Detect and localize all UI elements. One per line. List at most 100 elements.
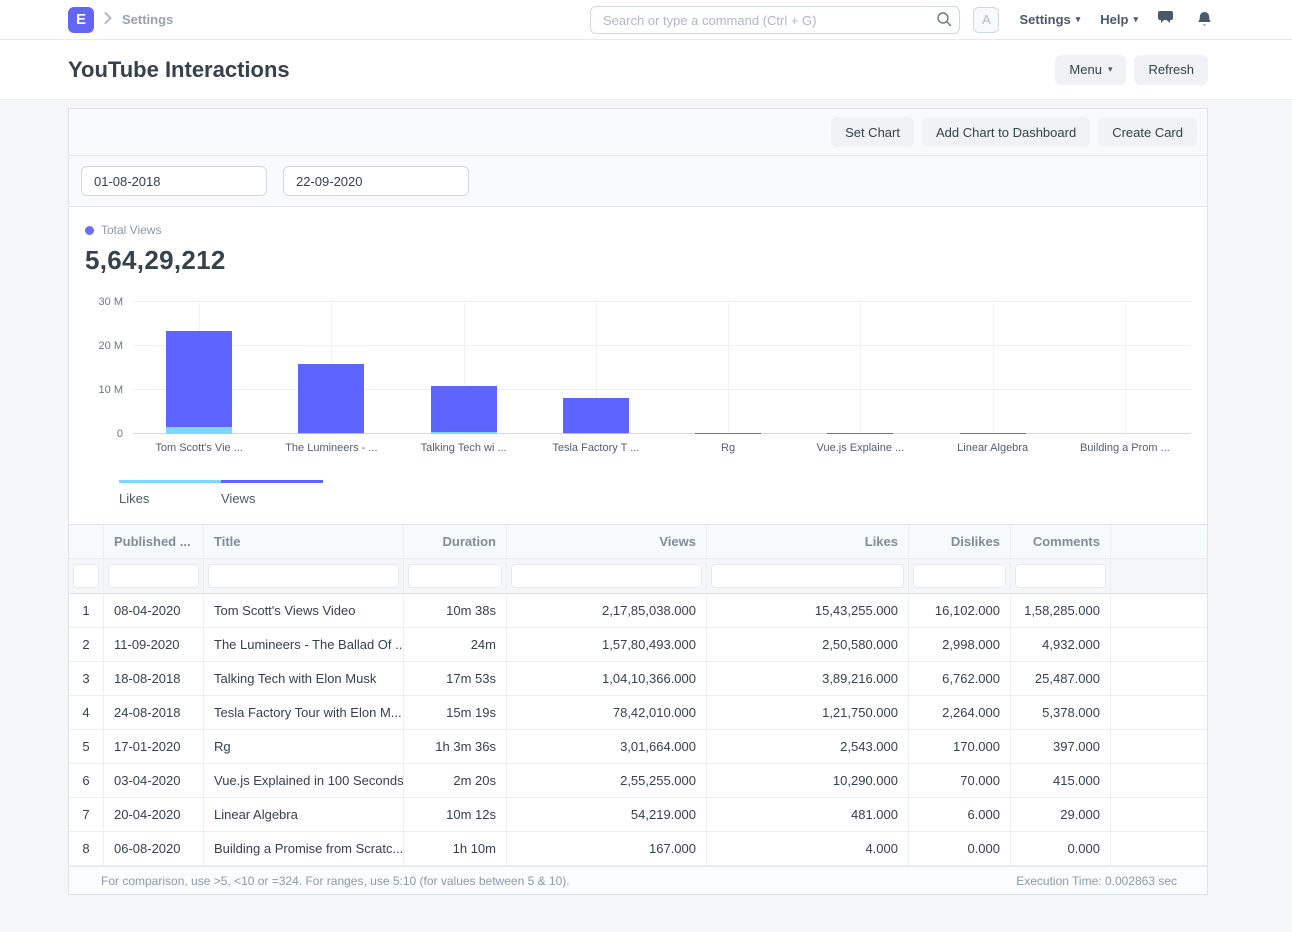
bar-slot (927, 302, 1059, 434)
search-icon[interactable] (936, 11, 952, 32)
column-header-filler (1111, 525, 1207, 559)
column-header[interactable] (69, 525, 104, 559)
nav-settings-label: Settings (1019, 12, 1070, 27)
table-row[interactable]: 318-08-2018Talking Tech with Elon Musk17… (69, 662, 1207, 696)
bar-segment-views (431, 386, 497, 432)
table-cell: 415.000 (1011, 764, 1111, 798)
x-tick-label: Tesla Factory T ... (530, 442, 662, 454)
column-header[interactable]: Dislikes (909, 525, 1011, 559)
column-filter-input[interactable] (208, 564, 399, 588)
x-tick-label: Rg (662, 442, 794, 454)
table-row[interactable]: 720-04-2020Linear Algebra10m 12s54,219.0… (69, 798, 1207, 832)
bar-segment-likes (431, 432, 497, 434)
refresh-button[interactable]: Refresh (1134, 55, 1208, 85)
column-header[interactable]: Title (204, 525, 404, 559)
legend-item-likes[interactable]: Likes (119, 480, 221, 506)
table-cell: 1,58,285.000 (1011, 594, 1111, 628)
table-cell: 16,102.000 (909, 594, 1011, 628)
avatar[interactable]: A (973, 7, 999, 33)
table-cell: 2,264.000 (909, 696, 1011, 730)
from-date-input[interactable] (81, 166, 267, 196)
bar-slot (398, 302, 530, 434)
table-cell-filler (1111, 832, 1207, 866)
column-filter-input[interactable] (1015, 564, 1106, 588)
column-header[interactable]: Published ... (104, 525, 204, 559)
table-cell: 70.000 (909, 764, 1011, 798)
table-cell: 1,57,80,493.000 (507, 628, 707, 662)
column-filter-input[interactable] (711, 564, 904, 588)
menu-button[interactable]: Menu ▾ (1055, 55, 1126, 85)
legend-dot-icon (85, 226, 94, 235)
set-chart-button[interactable]: Set Chart (831, 117, 914, 147)
stacked-bar[interactable] (695, 433, 761, 434)
filter-cell (1011, 559, 1111, 594)
table-cell-filler (1111, 696, 1207, 730)
bar-segment-likes (563, 433, 629, 434)
x-tick-label: Vue.js Explaine ... (794, 442, 926, 454)
stacked-bar[interactable] (431, 386, 497, 434)
table-cell: 24-08-2018 (104, 696, 204, 730)
table-header-row: Published ...TitleDurationViewsLikesDisl… (69, 524, 1207, 559)
report-table: Published ...TitleDurationViewsLikesDisl… (69, 524, 1207, 894)
y-tick-label: 0 (85, 428, 123, 440)
table-row[interactable]: 517-01-2020Rg1h 3m 36s3,01,664.0002,543.… (69, 730, 1207, 764)
table-cell-filler (1111, 594, 1207, 628)
table-row[interactable]: 108-04-2020Tom Scott's Views Video10m 38… (69, 594, 1207, 628)
table-row[interactable]: 424-08-2018Tesla Factory Tour with Elon … (69, 696, 1207, 730)
table-row[interactable]: 806-08-2020Building a Promise from Scrat… (69, 832, 1207, 866)
legend-item-views[interactable]: Views (221, 480, 323, 506)
table-cell: 397.000 (1011, 730, 1111, 764)
column-filter-input[interactable] (913, 564, 1006, 588)
bar-segment-views (960, 433, 1026, 434)
column-header[interactable]: Comments (1011, 525, 1111, 559)
table-cell: 6.000 (909, 798, 1011, 832)
column-filter-input[interactable] (511, 564, 702, 588)
table-cell: Vue.js Explained in 100 Seconds (204, 764, 404, 798)
app-logo[interactable]: E (68, 7, 94, 33)
stacked-bar[interactable] (166, 331, 232, 434)
bar-slot (265, 302, 397, 434)
stacked-bar[interactable] (960, 433, 1026, 434)
table-row[interactable]: 603-04-2020Vue.js Explained in 100 Secon… (69, 764, 1207, 798)
search-input[interactable] (590, 6, 960, 34)
table-cell: Rg (204, 730, 404, 764)
table-cell: 2 (69, 628, 104, 662)
page-head: YouTube Interactions Menu ▾ Refresh (0, 40, 1292, 100)
breadcrumb-settings[interactable]: Settings (122, 12, 173, 27)
bar-slot (133, 302, 265, 434)
report-panel: Set Chart Add Chart to Dashboard Create … (68, 108, 1208, 895)
column-header[interactable]: Duration (404, 525, 507, 559)
bar-slot (530, 302, 662, 434)
x-tick-label: Building a Prom ... (1059, 442, 1191, 454)
column-filter-input[interactable] (408, 564, 502, 588)
chat-icon[interactable] (1158, 11, 1177, 28)
table-cell: 10m 38s (404, 594, 507, 628)
table-cell: 2,543.000 (707, 730, 909, 764)
create-card-button[interactable]: Create Card (1098, 117, 1197, 147)
main-content: Set Chart Add Chart to Dashboard Create … (0, 100, 1292, 932)
bell-icon[interactable] (1197, 11, 1212, 28)
bar-slot (662, 302, 794, 434)
column-header[interactable]: Views (507, 525, 707, 559)
summary-value: 5,64,29,212 (85, 245, 1191, 276)
stacked-bar[interactable] (563, 398, 629, 434)
filter-cell (507, 559, 707, 594)
filter-cell (707, 559, 909, 594)
table-cell: 18-08-2018 (104, 662, 204, 696)
column-header[interactable]: Likes (707, 525, 909, 559)
table-row[interactable]: 211-09-2020The Lumineers - The Ballad Of… (69, 628, 1207, 662)
column-filter-input[interactable] (108, 564, 199, 588)
add-chart-to-dashboard-button[interactable]: Add Chart to Dashboard (922, 117, 1090, 147)
table-cell: 0.000 (1011, 832, 1111, 866)
filter-hint: For comparison, use >5, <10 or =324. For… (101, 874, 570, 888)
table-cell: 1,04,10,366.000 (507, 662, 707, 696)
nav-help-dropdown[interactable]: Help ▾ (1100, 12, 1138, 27)
table-cell: 1h 3m 36s (404, 730, 507, 764)
column-filter-input[interactable] (73, 564, 99, 588)
table-cell: The Lumineers - The Ballad Of ... (204, 628, 404, 662)
stacked-bar[interactable] (298, 364, 364, 434)
bar-slot (794, 302, 926, 434)
stacked-bar[interactable] (827, 433, 893, 434)
to-date-input[interactable] (283, 166, 469, 196)
nav-settings-dropdown[interactable]: Settings ▾ (1019, 12, 1080, 27)
